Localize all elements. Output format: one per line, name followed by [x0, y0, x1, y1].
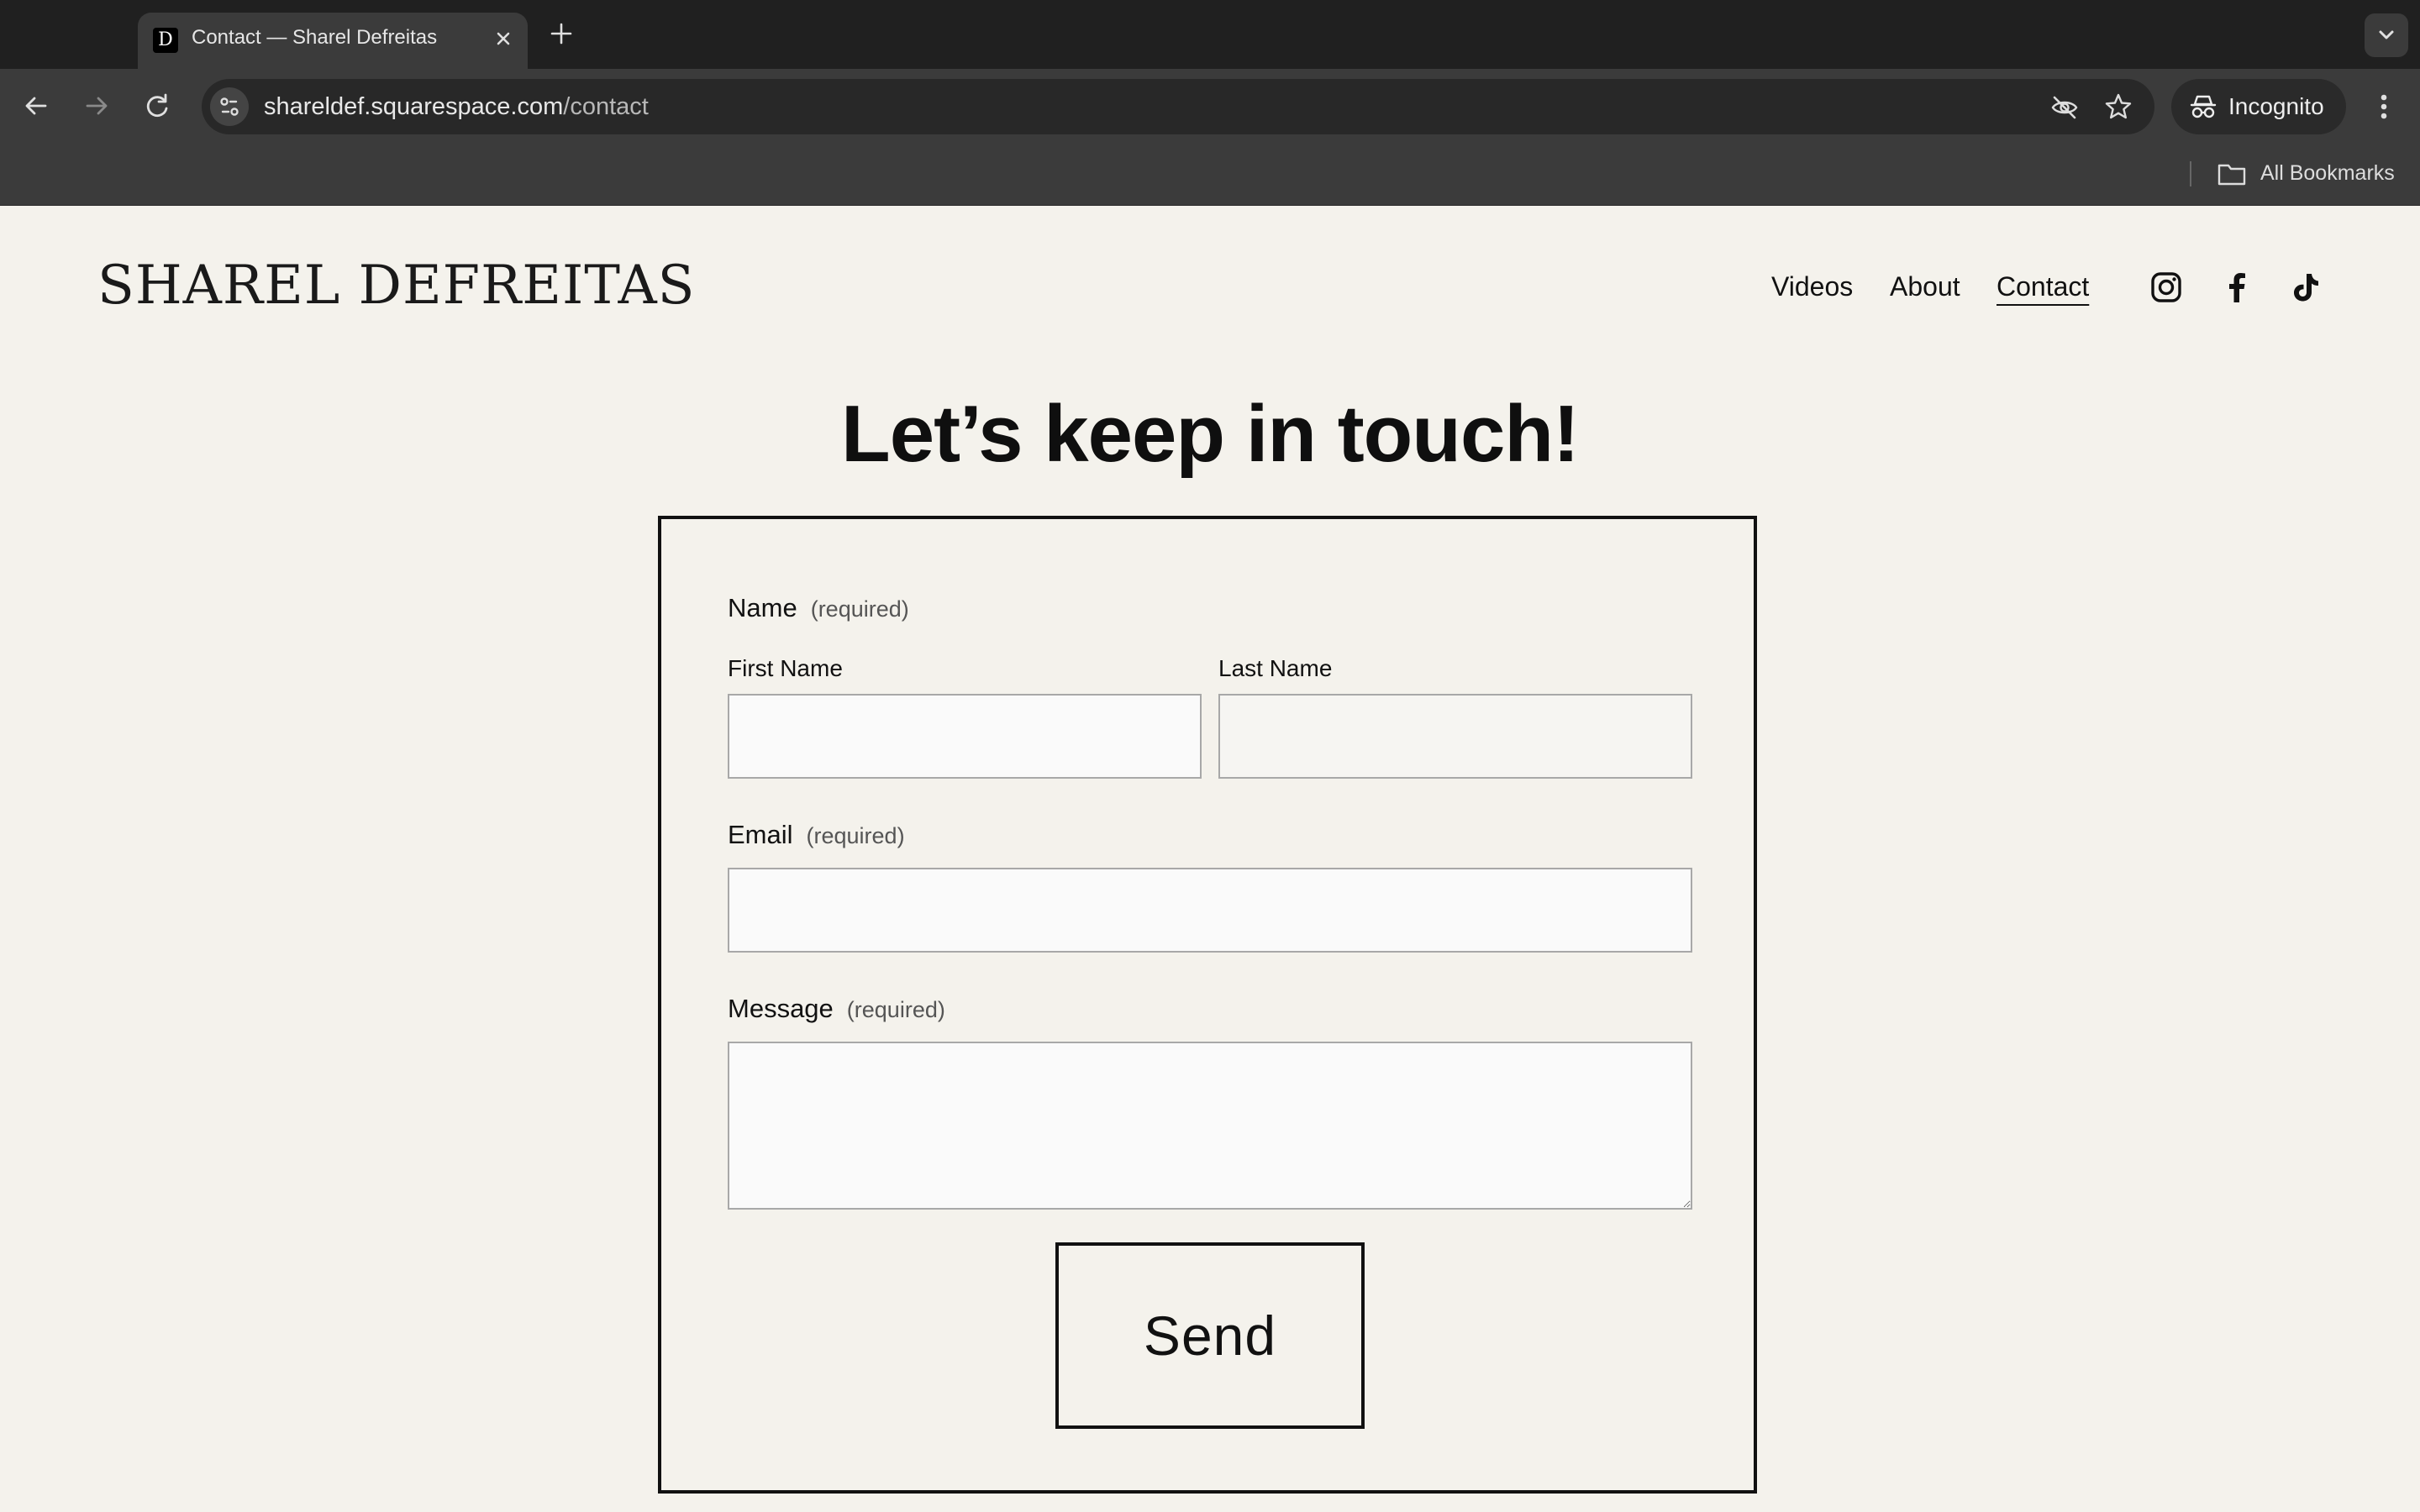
- site-logo[interactable]: SHAREL DEFREITAS: [97, 250, 696, 321]
- first-name-label: First Name: [728, 655, 843, 681]
- tiktok-icon[interactable]: [2289, 270, 2323, 304]
- nav-contact[interactable]: Contact: [1996, 267, 2089, 306]
- email-label-text: Email: [728, 820, 793, 849]
- email-input[interactable]: [728, 868, 1692, 953]
- last-name-label: Last Name: [1218, 655, 1333, 681]
- required-note: (required): [806, 823, 905, 848]
- tab-title: Contact — Sharel Defreitas: [192, 26, 438, 49]
- name-label: Name (required): [728, 591, 909, 627]
- required-note: (required): [846, 997, 945, 1022]
- nav-videos[interactable]: Videos: [1771, 267, 1853, 306]
- url-host: shareldef.squarespace.com: [264, 93, 564, 120]
- more-vert-icon[interactable]: [2365, 87, 2403, 126]
- new-tab-icon[interactable]: [544, 17, 578, 50]
- forward-arrow-icon[interactable]: [77, 87, 116, 125]
- incognito-label: Incognito: [2228, 93, 2324, 119]
- email-label: Email (required): [728, 817, 905, 853]
- tab-strip: D Contact — Sharel Defreitas: [0, 0, 2420, 69]
- message-textarea[interactable]: [728, 1042, 1692, 1210]
- message-label-text: Message: [728, 994, 834, 1023]
- bookmarks-bar: All Bookmarks: [0, 141, 2420, 206]
- page-title: Let’s keep in touch!: [841, 389, 1580, 479]
- last-name-input[interactable]: [1218, 694, 1692, 779]
- back-arrow-icon[interactable]: [17, 87, 55, 125]
- address-bar[interactable]: shareldef.squarespace.com/contact: [202, 79, 2154, 134]
- nav-about[interactable]: About: [1890, 267, 1960, 306]
- name-label-text: Name: [728, 593, 797, 622]
- tune-icon: [220, 97, 239, 116]
- chevron-down-icon: [2379, 30, 2394, 39]
- bookmark-star-icon[interactable]: [2104, 92, 2133, 121]
- site-favicon: D: [153, 28, 178, 53]
- folder-icon[interactable]: [2217, 161, 2247, 186]
- tab-search-button[interactable]: [2365, 13, 2408, 57]
- url-text: shareldef.squarespace.com/contact: [264, 91, 649, 123]
- url-path: /contact: [563, 93, 649, 120]
- incognito-icon: [2190, 95, 2217, 118]
- browser-toolbar: shareldef.squarespace.com/contact Incogn…: [0, 69, 2420, 141]
- bookmarks-divider: [2190, 161, 2191, 186]
- browser-tab[interactable]: D Contact — Sharel Defreitas: [138, 13, 528, 69]
- eye-off-icon[interactable]: [2050, 93, 2079, 122]
- close-tab-icon[interactable]: [489, 24, 518, 53]
- send-button[interactable]: Send: [1055, 1242, 1365, 1429]
- instagram-icon[interactable]: [2149, 270, 2183, 304]
- message-label: Message (required): [728, 991, 945, 1027]
- reload-icon[interactable]: [138, 87, 176, 125]
- incognito-indicator[interactable]: Incognito: [2171, 79, 2346, 134]
- all-bookmarks-link[interactable]: All Bookmarks: [2260, 160, 2395, 186]
- first-name-input[interactable]: [728, 694, 1202, 779]
- site-info-button[interactable]: [210, 87, 249, 126]
- required-note: (required): [810, 596, 909, 622]
- facebook-icon[interactable]: [2220, 270, 2254, 304]
